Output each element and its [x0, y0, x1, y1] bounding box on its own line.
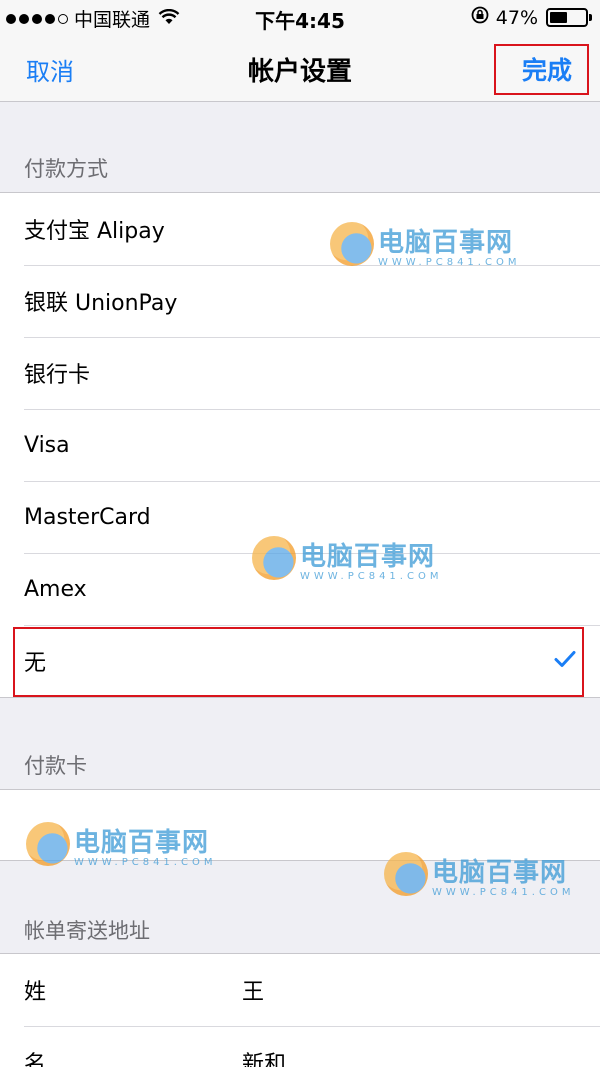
watermark-en: WWW.PC841.COM — [378, 257, 521, 268]
watermark: 电脑百事网 WWW.PC841.COM — [252, 536, 442, 582]
first-name-row[interactable]: 名 新和 — [0, 1026, 600, 1067]
none-option-highlight-box — [13, 627, 584, 697]
status-bar: 中国联通 下午4:45 47% — [0, 0, 600, 34]
watermark: 电脑百事网 WWW.PC841.COM — [26, 822, 216, 868]
billing-address-list: 姓 王 名 新和 — [0, 953, 600, 1067]
payment-option-visa[interactable]: Visa — [0, 409, 600, 481]
watermark-cn: 电脑百事网 — [74, 828, 210, 858]
first-name-value: 新和 — [242, 1052, 287, 1067]
payment-option-label: 银行卡 — [24, 363, 91, 388]
watermark-logo-icon — [384, 852, 428, 896]
payment-option-bank-card[interactable]: 银行卡 — [0, 337, 600, 409]
payment-option-label: 支付宝 Alipay — [24, 219, 165, 244]
billing-section-header: 帐单寄送地址 — [24, 919, 150, 943]
done-highlight-box — [494, 44, 589, 95]
payment-option-label: Amex — [24, 576, 87, 602]
watermark: 电脑百事网 WWW.PC841.COM — [384, 852, 574, 898]
watermark-en: WWW.PC841.COM — [300, 571, 443, 582]
payment-option-label: Visa — [24, 432, 70, 458]
last-name-label: 姓 — [24, 980, 47, 1005]
watermark-cn: 电脑百事网 — [300, 542, 436, 572]
payment-option-label: 银联 UnionPay — [24, 291, 178, 316]
first-name-label: 名 — [24, 1052, 47, 1067]
watermark-logo-icon — [330, 222, 374, 266]
watermark: 电脑百事网 WWW.PC841.COM — [330, 222, 520, 268]
watermark-en: WWW.PC841.COM — [432, 887, 575, 898]
battery-percent: 47% — [495, 6, 538, 29]
battery-icon — [546, 8, 592, 27]
payment-option-unionpay[interactable]: 银联 UnionPay — [0, 265, 600, 337]
rotation-lock-icon — [470, 5, 490, 30]
watermark-logo-icon — [26, 822, 70, 866]
payment-section-header: 付款方式 — [24, 157, 108, 181]
payment-option-label: MasterCard — [24, 504, 151, 530]
last-name-row[interactable]: 姓 王 — [0, 954, 600, 1026]
last-name-value: 王 — [242, 980, 265, 1005]
card-section-header: 付款卡 — [24, 754, 87, 778]
watermark-cn: 电脑百事网 — [378, 228, 514, 258]
watermark-cn: 电脑百事网 — [432, 858, 568, 888]
watermark-logo-icon — [252, 536, 296, 580]
status-right: 47% — [470, 5, 592, 30]
watermark-en: WWW.PC841.COM — [74, 857, 217, 868]
